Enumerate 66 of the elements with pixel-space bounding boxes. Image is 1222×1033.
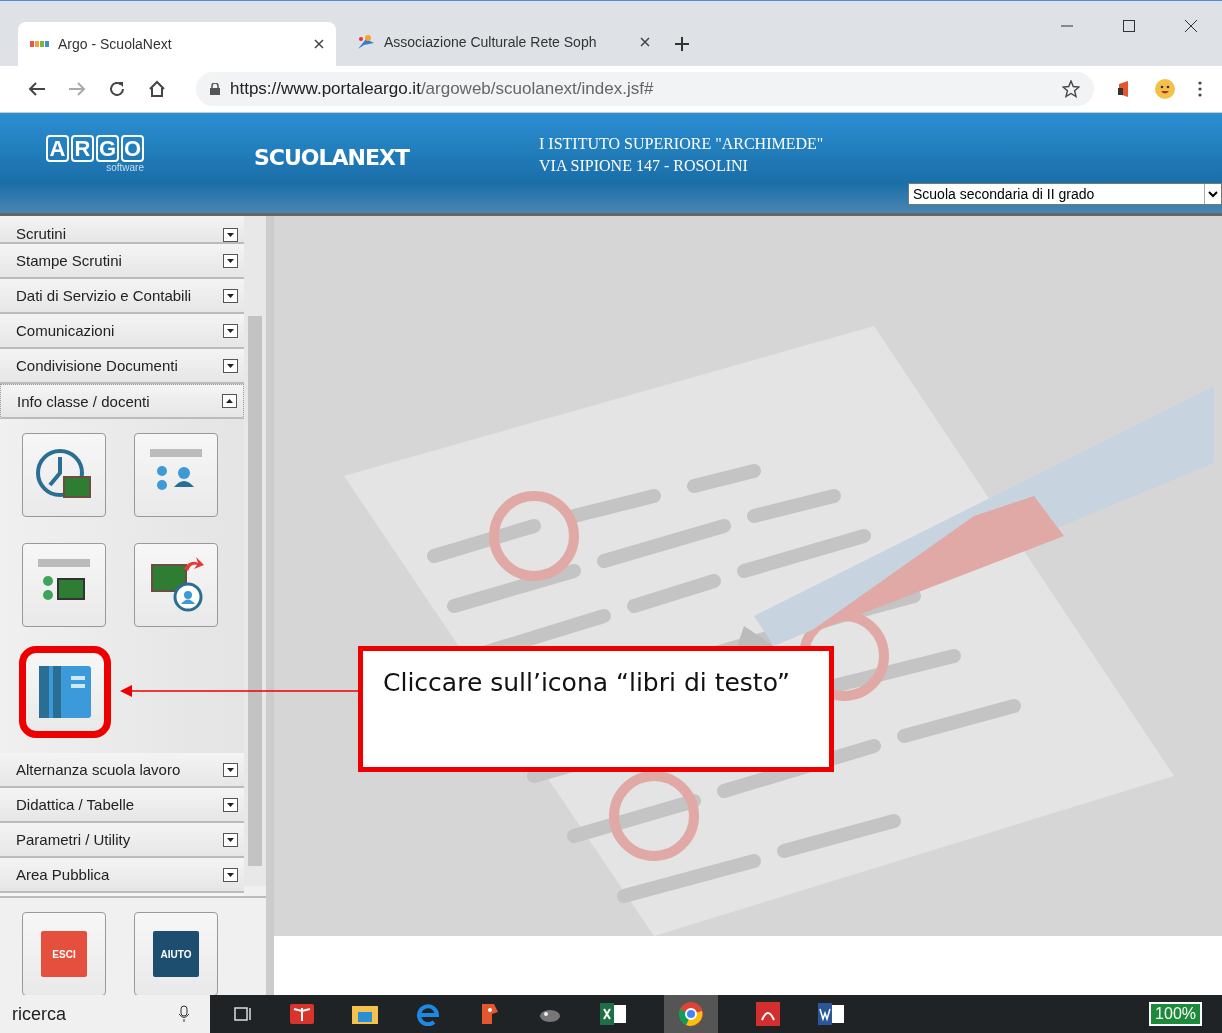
favicon-icon	[356, 33, 376, 51]
taskbar-item[interactable]	[664, 995, 718, 1033]
new-tab-icon[interactable]	[674, 36, 690, 52]
reload-icon[interactable]	[108, 80, 126, 98]
logo-letter: A	[46, 135, 69, 162]
logo-letter: O	[121, 135, 144, 162]
tile-button[interactable]	[22, 433, 106, 517]
school-info: VIA SIPIONE 147 - ROSOLINI	[539, 157, 749, 175]
maximize-icon[interactable]	[1122, 19, 1136, 33]
tile-button[interactable]	[134, 433, 218, 517]
spreadsheet-icon[interactable]	[600, 1003, 626, 1025]
folder-icon[interactable]	[352, 1004, 378, 1024]
home-icon[interactable]	[148, 80, 166, 98]
close-icon[interactable]	[1184, 19, 1198, 33]
menu-section[interactable]: Info classe / docenti	[0, 384, 244, 419]
logo-subtitle: software	[106, 162, 144, 173]
browser-tab[interactable]: Argo - ScuolaNext	[18, 22, 336, 66]
app-name: SCUOLANEXT	[254, 145, 409, 170]
logo-letter: R	[71, 135, 94, 162]
toggle-icon	[223, 253, 238, 268]
toggle-icon	[223, 323, 238, 338]
lock-icon	[210, 83, 220, 95]
document-app-icon[interactable]	[818, 1003, 844, 1025]
menu-icon[interactable]	[1198, 81, 1202, 97]
tile-button[interactable]	[134, 543, 218, 627]
toggle-icon	[223, 832, 238, 847]
instruction-callout: Cliccare sull’icona “libri di testo”	[358, 646, 834, 772]
star-icon[interactable]	[1062, 80, 1080, 98]
menu-section[interactable]: Dati di Servizio e Contabili	[0, 279, 244, 314]
school-info: I ISTITUTO SUPERIORE "ARCHIMEDE"	[539, 135, 824, 153]
toggle-icon	[223, 228, 238, 242]
menu-section[interactable]: Comunicazioni	[0, 314, 244, 349]
tile-button[interactable]	[22, 543, 106, 627]
scrollbar[interactable]	[244, 216, 266, 886]
action-button[interactable]: AIUTO	[153, 931, 199, 977]
toggle-icon	[223, 797, 238, 812]
toggle-icon	[223, 762, 238, 777]
menu-section[interactable]: Parametri / Utility	[0, 823, 244, 858]
logo-letter: G	[96, 135, 119, 162]
menu-section[interactable]: Didattica / Tabelle	[0, 788, 244, 823]
task-view-icon[interactable]	[234, 1005, 252, 1023]
toggle-icon	[222, 394, 237, 408]
close-tab-icon[interactable]	[640, 37, 650, 47]
school-select[interactable]: Scuola secondaria di II grado	[908, 183, 1222, 205]
action-button[interactable]: ESCI	[41, 931, 87, 977]
menu-section[interactable]: Alternanza scuola lavoro	[0, 753, 244, 788]
back-icon[interactable]	[28, 81, 46, 97]
menu-section[interactable]: Condivisione Documenti	[0, 349, 244, 384]
battery-indicator: 100%	[1149, 1002, 1202, 1026]
menu-section[interactable]: Stampe Scrutini	[0, 244, 244, 279]
toggle-icon	[223, 288, 238, 303]
search-field[interactable]: ricerca	[0, 995, 210, 1033]
menu-section[interactable]: Scrutini	[0, 216, 244, 244]
browser-tab[interactable]: Associazione Culturale Rete Soph	[344, 22, 662, 62]
address-field[interactable]: https://www.portaleargo.it/argoweb/scuolanext/index.jsf#	[196, 72, 1094, 106]
profile-icon[interactable]	[1154, 78, 1176, 100]
books-icon	[37, 664, 93, 720]
toggle-icon	[223, 358, 238, 373]
round-browser-icon	[678, 1001, 704, 1027]
toggle-icon	[223, 867, 238, 882]
menu-section[interactable]: Area Pubblica	[0, 858, 244, 893]
favicon-icon	[30, 40, 50, 48]
close-tab-icon[interactable]	[314, 39, 324, 49]
browser-e-icon[interactable]	[416, 1002, 440, 1026]
microphone-icon	[178, 1005, 190, 1023]
dropdown-icon	[1204, 184, 1221, 204]
